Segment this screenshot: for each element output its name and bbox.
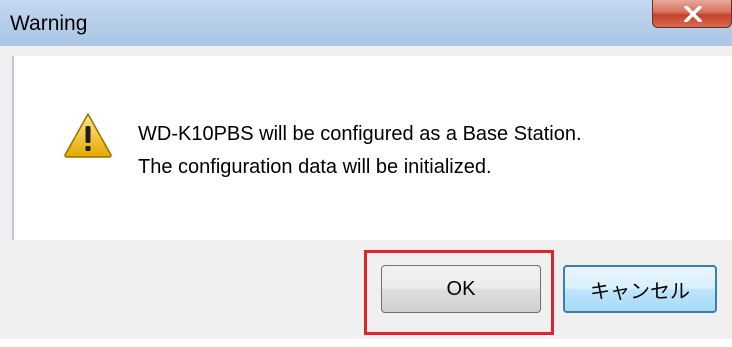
warning-icon [64,113,112,158]
warning-dialog: Warning WD-K10PBS will be configured as … [0,0,732,347]
title-bar[interactable]: Warning [0,0,732,46]
cancel-button[interactable]: キャンセル [563,265,717,313]
message-line-1: WD-K10PBS will be configured as a Base S… [138,123,582,145]
ok-highlight-box [364,250,554,335]
close-icon [684,6,702,22]
message-text: WD-K10PBS will be configured as a Base S… [138,118,582,184]
window-title: Warning [10,12,88,35]
message-line-2: The configuration data will be initializ… [138,156,492,178]
close-button[interactable] [652,0,732,28]
bottom-edge [0,339,732,347]
